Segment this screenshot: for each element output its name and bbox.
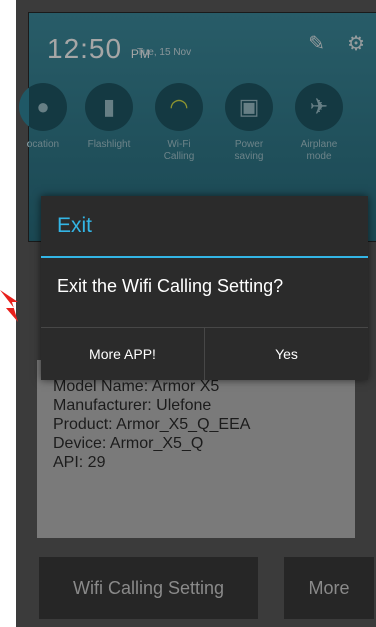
device: Device: Armor_X5_Q bbox=[53, 435, 204, 452]
product: Product: Armor_X5_Q_EEA bbox=[53, 416, 251, 433]
yes-button[interactable]: Yes bbox=[204, 328, 368, 380]
device-info-panel: Model Name: Armor X5 Manufacturer: Ulefo… bbox=[37, 360, 355, 538]
dialog-actions: More APP! Yes bbox=[41, 327, 368, 380]
arrow-annotation-icon bbox=[0, 290, 18, 322]
dialog-title: Exit bbox=[41, 196, 368, 258]
exit-dialog: Exit Exit the Wifi Calling Setting? More… bbox=[41, 196, 368, 380]
dialog-message: Exit the Wifi Calling Setting? bbox=[57, 276, 284, 296]
manufacturer: Manufacturer: Ulefone bbox=[53, 397, 212, 414]
more-app-button[interactable]: More APP! bbox=[41, 328, 204, 380]
api-level: API: 29 bbox=[53, 454, 106, 471]
more-button[interactable]: More bbox=[284, 557, 374, 619]
wifi-calling-setting-button[interactable]: Wifi Calling Setting bbox=[39, 557, 258, 619]
